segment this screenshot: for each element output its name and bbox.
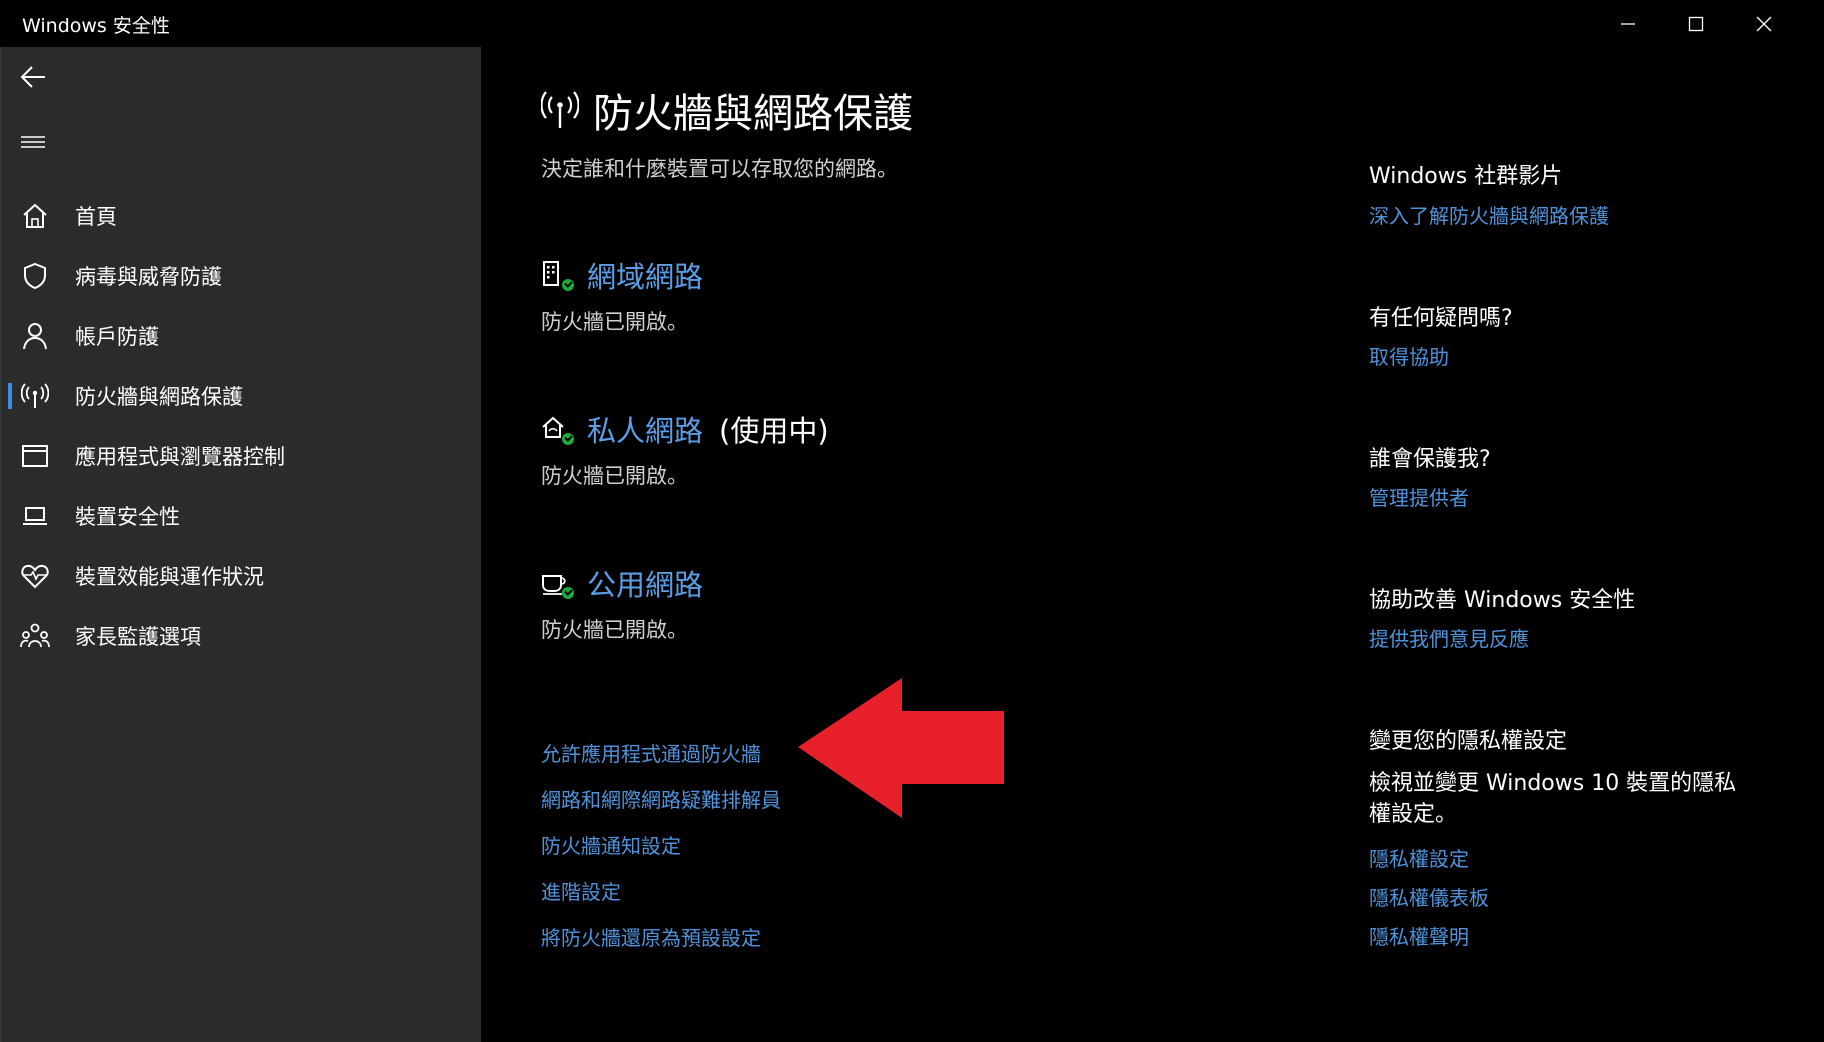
laptop-icon [19, 500, 51, 532]
sidebar-item-family-options[interactable]: 家長監護選項 [1, 607, 481, 665]
community-heading: Windows 社群影片 [1369, 164, 1563, 189]
check-badge-icon [562, 587, 574, 599]
close-button[interactable] [1730, 0, 1798, 47]
back-button[interactable] [15, 59, 51, 95]
check-badge-icon [562, 279, 574, 291]
sidebar-item-label: 家長監護選項 [75, 625, 201, 649]
page-title-text: 防火牆與網路保護 [593, 91, 913, 137]
privacy-text: 檢視並變更 Windows 10 裝置的隱私權設定。 [1369, 771, 1737, 827]
protect-heading: 誰會保護我? [1369, 447, 1491, 472]
red-arrow-annotation [798, 678, 1004, 818]
browser-window-icon [19, 440, 51, 472]
title-bar: Windows 安全性 [0, 0, 1824, 47]
minimize-icon [1621, 22, 1635, 25]
feedback-link[interactable]: 提供我們意見反應 [1369, 623, 1529, 652]
sidebar-item-app-browser-control[interactable]: 應用程式與瀏覽器控制 [1, 427, 481, 485]
privacy-settings-link[interactable]: 隱私權設定 [1369, 843, 1469, 872]
sidebar-item-firewall[interactable]: 防火牆與網路保護 [1, 367, 481, 425]
question-heading: 有任何疑問嗎? [1369, 306, 1513, 331]
window-title: Windows 安全性 [22, 15, 170, 37]
network-troubleshooter-link[interactable]: 網路和網際網路疑難排解員 [541, 784, 781, 813]
community-link[interactable]: 深入了解防火牆與網路保護 [1369, 200, 1609, 229]
back-arrow-icon [20, 66, 45, 88]
page-title: 防火牆與網路保護 [541, 81, 913, 139]
check-badge-icon [562, 433, 574, 445]
building-icon [541, 259, 574, 291]
network-private-link[interactable]: 私人網路 [587, 408, 703, 450]
family-icon [19, 620, 51, 652]
coffee-cup-icon [541, 567, 574, 599]
sidebar: 首頁 病毒與威脅防護 帳戶防護 防火牆與網路保護 應用程式與瀏覽器控制 裝置安全… [0, 47, 481, 1042]
close-icon [1756, 16, 1772, 31]
privacy-heading: 變更您的隱私權設定 [1369, 729, 1568, 754]
sidebar-item-device-performance[interactable]: 裝置效能與運作狀況 [1, 547, 481, 605]
privacy-dashboard-link[interactable]: 隱私權儀表板 [1369, 882, 1489, 911]
shield-icon [19, 260, 51, 292]
sidebar-item-label: 首頁 [75, 205, 117, 229]
home-icon [19, 200, 51, 232]
get-help-link[interactable]: 取得協助 [1369, 341, 1449, 370]
sidebar-item-virus-protection[interactable]: 病毒與威脅防護 [1, 247, 481, 305]
network-status: 防火牆已開啟。 [541, 310, 688, 334]
page-subtitle: 決定誰和什麼裝置可以存取您的網路。 [541, 157, 898, 181]
hamburger-icon [21, 136, 45, 148]
firewall-notification-settings-link[interactable]: 防火牆通知設定 [541, 830, 681, 859]
menu-button[interactable] [15, 124, 51, 160]
sidebar-item-label: 防火牆與網路保護 [75, 385, 243, 409]
sidebar-item-account-protection[interactable]: 帳戶防護 [1, 307, 481, 365]
sidebar-item-label: 病毒與威脅防護 [75, 265, 222, 289]
sidebar-item-device-security[interactable]: 裝置安全性 [1, 487, 481, 545]
network-status: 防火牆已開啟。 [541, 618, 688, 642]
manage-providers-link[interactable]: 管理提供者 [1369, 482, 1469, 511]
sidebar-item-label: 應用程式與瀏覽器控制 [75, 445, 285, 469]
network-active-label: (使用中) [719, 414, 829, 448]
advanced-settings-link[interactable]: 進階設定 [541, 876, 621, 905]
network-private: 私人網路 (使用中) 防火牆已開啟。 [541, 407, 829, 490]
network-domain-link[interactable]: 網域網路 [587, 254, 703, 296]
sidebar-item-label: 帳戶防護 [75, 325, 159, 349]
allow-app-through-firewall-link[interactable]: 允許應用程式通過防火牆 [541, 738, 761, 767]
network-public-link[interactable]: 公用網路 [587, 562, 703, 604]
sidebar-item-label: 裝置效能與運作狀況 [75, 565, 264, 589]
minimize-button[interactable] [1594, 0, 1662, 47]
network-public: 公用網路 防火牆已開啟。 [541, 561, 703, 644]
maximize-icon [1688, 16, 1704, 31]
main-content: 防火牆與網路保護 決定誰和什麼裝置可以存取您的網路。 網域網路 防火牆已開啟。 … [481, 47, 1824, 1042]
home-network-icon [541, 413, 574, 445]
improve-heading: 協助改善 Windows 安全性 [1369, 588, 1636, 613]
restore-firewall-defaults-link[interactable]: 將防火牆還原為預設設定 [541, 922, 761, 951]
person-icon [19, 320, 51, 352]
antenna-icon [541, 91, 579, 128]
heart-pulse-icon [19, 560, 51, 592]
maximize-button[interactable] [1662, 0, 1730, 47]
network-domain: 網域網路 防火牆已開啟。 [541, 253, 703, 336]
antenna-icon [19, 380, 51, 412]
privacy-statement-link[interactable]: 隱私權聲明 [1369, 921, 1469, 950]
sidebar-item-home[interactable]: 首頁 [1, 187, 481, 245]
network-status: 防火牆已開啟。 [541, 464, 688, 488]
sidebar-item-label: 裝置安全性 [75, 505, 180, 529]
